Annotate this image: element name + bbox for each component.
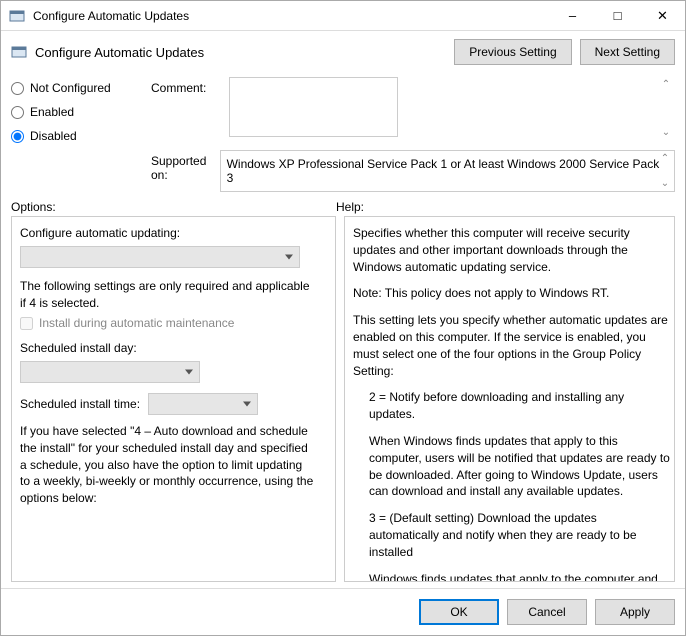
state-row: Not Configured Enabled Disabled Comment:… [1, 73, 685, 196]
window-controls: – □ ✕ [550, 1, 685, 30]
field-column: Comment: ⌃ ⌄ Supported on: Windows XP Pro… [151, 77, 675, 192]
help-header: Help: [336, 200, 364, 214]
close-button[interactable]: ✕ [640, 1, 685, 30]
help-p7: Windows finds updates that apply to the … [369, 571, 670, 581]
comment-label: Comment: [151, 77, 221, 95]
install-maintenance-label: Install during automatic maintenance [39, 315, 234, 332]
help-panel-scroll[interactable]: Specifies whether this computer will rec… [345, 217, 674, 581]
help-panel: Specifies whether this computer will rec… [344, 216, 675, 582]
ok-button[interactable]: OK [419, 599, 499, 625]
chevron-up-icon: ⌃ [661, 153, 669, 164]
supported-label: Supported on: [151, 150, 212, 182]
comment-textarea[interactable] [229, 77, 398, 137]
help-p2: Note: This policy does not apply to Wind… [353, 285, 670, 302]
options-note: The following settings are only required… [20, 278, 315, 312]
gpo-policy-icon [11, 44, 27, 60]
install-maintenance-checkbox[interactable]: Install during automatic maintenance [20, 315, 315, 332]
radio-enabled[interactable]: Enabled [11, 105, 141, 119]
help-p3: This setting lets you specify whether au… [353, 312, 670, 379]
policy-title: Configure Automatic Updates [35, 45, 454, 60]
radio-disabled-label: Disabled [30, 129, 77, 143]
state-radios: Not Configured Enabled Disabled [11, 77, 141, 192]
install-maintenance-input[interactable] [20, 317, 33, 330]
previous-setting-button[interactable]: Previous Setting [454, 39, 571, 65]
install-time-select[interactable] [148, 393, 258, 415]
radio-enabled-input[interactable] [11, 106, 24, 119]
supported-row: Supported on: Windows XP Professional Se… [151, 150, 675, 192]
radio-not-configured-input[interactable] [11, 82, 24, 95]
options-panel: Configure automatic updating: The follow… [11, 216, 336, 582]
radio-not-configured[interactable]: Not Configured [11, 81, 141, 95]
radio-enabled-label: Enabled [30, 105, 74, 119]
supported-on-value: Windows XP Professional Service Pack 1 o… [227, 157, 660, 185]
radio-not-configured-label: Not Configured [30, 81, 111, 95]
help-p5: When Windows finds updates that apply to… [369, 433, 670, 500]
help-p4: 2 = Notify before downloading and instal… [369, 389, 670, 423]
help-p1: Specifies whether this computer will rec… [353, 225, 670, 275]
help-p6: 3 = (Default setting) Download the updat… [369, 510, 670, 560]
configure-updating-label: Configure automatic updating: [20, 225, 315, 242]
radio-disabled[interactable]: Disabled [11, 129, 141, 143]
title-bar: Configure Automatic Updates – □ ✕ [1, 1, 685, 31]
radio-disabled-input[interactable] [11, 130, 24, 143]
policy-header: Configure Automatic Updates Previous Set… [1, 31, 685, 73]
gpo-app-icon [9, 8, 25, 24]
install-day-label: Scheduled install day: [20, 340, 315, 357]
chevron-down-icon: ⌄ [662, 127, 670, 138]
install-day-select[interactable] [20, 361, 200, 383]
options-panel-scroll[interactable]: Configure automatic updating: The follow… [12, 217, 335, 581]
maximize-button[interactable]: □ [595, 1, 640, 30]
options-header: Options: [11, 200, 336, 214]
chevron-up-icon: ⌃ [662, 79, 670, 90]
install-time-label: Scheduled install time: [20, 396, 140, 413]
supported-on-text: Windows XP Professional Service Pack 1 o… [220, 150, 675, 192]
minimize-button[interactable]: – [550, 1, 595, 30]
apply-button[interactable]: Apply [595, 599, 675, 625]
window-title: Configure Automatic Updates [33, 9, 550, 23]
panels-container: Configure automatic updating: The follow… [1, 216, 685, 588]
chevron-down-icon: ⌄ [661, 178, 669, 189]
panel-headers: Options: Help: [1, 196, 685, 216]
dialog-footer: OK Cancel Apply [1, 588, 685, 635]
comment-row: Comment: ⌃ ⌄ [151, 77, 675, 140]
configure-updating-select[interactable] [20, 246, 300, 268]
options-schedule-note: If you have selected "4 – Auto download … [20, 423, 315, 507]
cancel-button[interactable]: Cancel [507, 599, 587, 625]
next-setting-button[interactable]: Next Setting [580, 39, 675, 65]
